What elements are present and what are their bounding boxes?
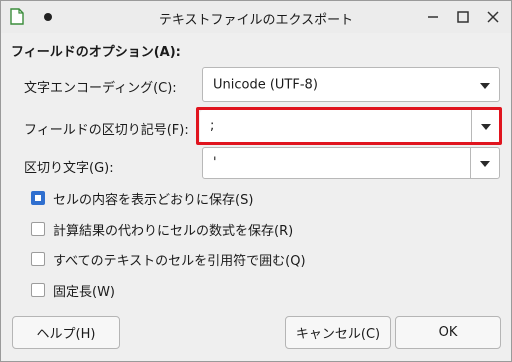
field-delimiter-label: フィールドの区切り記号(F): xyxy=(24,123,189,138)
string-delimiter-input[interactable]: ' xyxy=(213,156,217,171)
highlight-annotation xyxy=(196,107,502,145)
charset-dropdown-button[interactable] xyxy=(471,68,499,101)
option-save-formulas[interactable]: 計算結果の代わりにセルの数式を保存(R) xyxy=(31,220,294,239)
help-button[interactable]: ヘルプ(H) xyxy=(12,316,120,349)
option-save-as-shown[interactable]: セルの内容を表示どおりに保存(S) xyxy=(31,189,254,208)
string-delimiter-dropdown-button[interactable] xyxy=(470,148,499,178)
chevron-down-icon xyxy=(480,82,490,89)
chevron-down-icon xyxy=(480,161,490,167)
close-icon[interactable] xyxy=(483,7,503,27)
ok-button[interactable]: OK xyxy=(395,316,501,349)
charset-combobox[interactable]: Unicode (UTF-8) xyxy=(202,67,500,102)
export-text-dialog: テキストファイルのエクスポート フィールドのオプション(A): 文字エンコーディ… xyxy=(0,0,512,362)
checkbox-checked[interactable] xyxy=(31,191,45,205)
cancel-button[interactable]: キャンセル(C) xyxy=(285,316,391,349)
checkbox[interactable] xyxy=(31,222,45,236)
checkbox[interactable] xyxy=(31,283,45,297)
field-options-heading: フィールドのオプション(A): xyxy=(11,45,181,60)
option-label: 計算結果の代わりにセルの数式を保存(R) xyxy=(53,223,294,239)
option-label: すべてのテキストのセルを引用符で囲む(Q) xyxy=(53,253,306,269)
option-quote-all-text[interactable]: すべてのテキストのセルを引用符で囲む(Q) xyxy=(31,250,306,269)
string-delimiter-label: 区切り文字(G): xyxy=(24,161,114,176)
option-fixed-width[interactable]: 固定長(W) xyxy=(31,281,115,300)
charset-value: Unicode (UTF-8) xyxy=(213,77,318,92)
checkbox[interactable] xyxy=(31,252,45,266)
option-label: 固定長(W) xyxy=(53,284,115,300)
string-delimiter-combobox[interactable]: ' xyxy=(202,147,500,179)
charset-label: 文字エンコーディング(C): xyxy=(24,81,177,96)
option-label: セルの内容を表示どおりに保存(S) xyxy=(53,192,254,208)
maximize-icon[interactable] xyxy=(453,7,473,27)
minimize-icon[interactable] xyxy=(423,7,443,27)
title-bar: テキストファイルのエクスポート xyxy=(1,1,511,33)
